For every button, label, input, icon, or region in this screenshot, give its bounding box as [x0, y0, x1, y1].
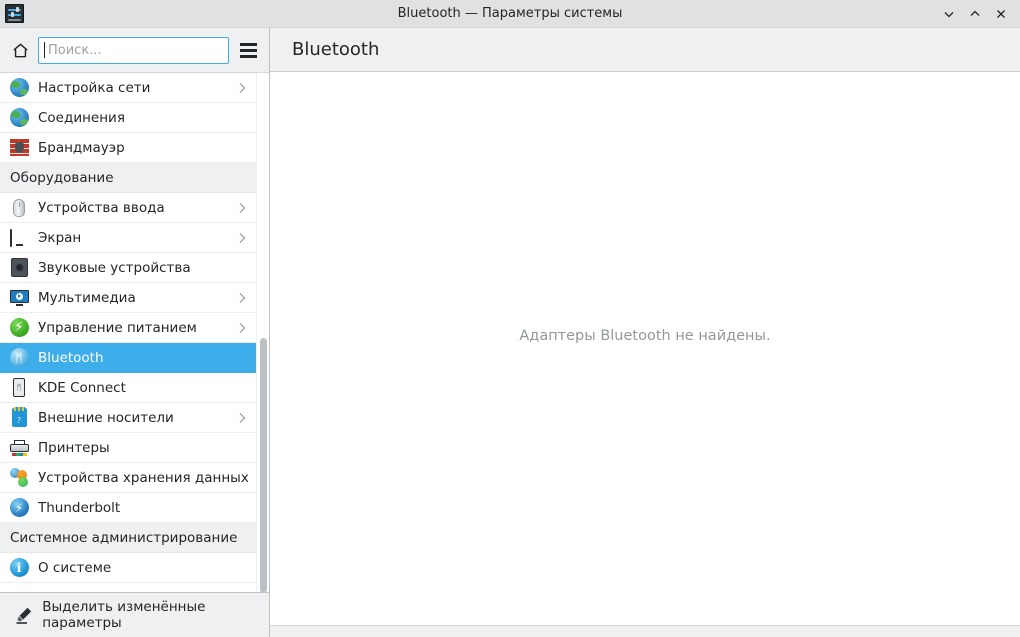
storage-icon — [8, 467, 30, 489]
sidebar-item-label: Устройства хранения данных — [38, 469, 248, 486]
highlight-changed-settings-label: Выделить изменённые параметры — [42, 599, 206, 631]
sidebar-item-label: Мультимедиа — [38, 289, 136, 306]
sidebar-scrollbar[interactable] — [256, 73, 269, 592]
maximize-button[interactable] — [962, 1, 988, 27]
highlight-changed-settings-button[interactable]: Выделить изменённые параметры — [0, 592, 269, 637]
sidebar-item-звуковые-устройства[interactable]: Звуковые устройства — [0, 253, 256, 283]
sidebar-item-label: Звуковые устройства — [38, 259, 191, 276]
sidebar-item-label: Настройка сети — [38, 79, 151, 96]
sidebar-item-соединения[interactable]: Соединения — [0, 103, 256, 133]
chevron-right-icon — [237, 321, 248, 335]
sidebar-section-header: Оборудование — [0, 163, 256, 193]
sidebar-item-принтеры[interactable]: Принтеры — [0, 433, 256, 463]
printer-icon — [8, 437, 30, 459]
hamburger-menu-icon[interactable] — [235, 37, 261, 63]
window-title: Bluetooth — Параметры системы — [397, 6, 623, 21]
text-caret — [44, 41, 45, 58]
bluetooth-icon: ᛗ — [8, 347, 30, 369]
home-icon[interactable] — [6, 36, 34, 64]
chevron-right-icon — [237, 81, 248, 95]
title-bar: Bluetooth — Параметры системы — [0, 0, 1020, 28]
close-button[interactable] — [988, 1, 1014, 27]
info-icon: i — [8, 557, 30, 579]
minimize-button[interactable] — [936, 1, 962, 27]
mouse-icon — [8, 197, 30, 219]
sidebar-toolbar — [0, 28, 269, 72]
sidebar-section-header: Системное администрирование — [0, 523, 256, 553]
empty-state-message: Адаптеры Bluetooth не найдены. — [519, 327, 771, 344]
sidebar-item-внешние-носители[interactable]: Внешние носители — [0, 403, 256, 433]
sidebar-item-label: Брандмауэр — [38, 139, 125, 156]
sidebar-item-kde-connect[interactable]: ᛗ KDE Connect — [0, 373, 256, 403]
sidebar-item-брандмауэр[interactable]: Брандмауэр — [0, 133, 256, 163]
sidebar-item-настройка-сети[interactable]: Настройка сети — [0, 73, 256, 103]
window-body: Настройка сети Соединения Брандмауэр Оборуд… — [0, 28, 1020, 637]
sidebar-list: Настройка сети Соединения Брандмауэр Оборуд… — [0, 73, 256, 592]
sidebar-item-управление-питанием[interactable]: ⚡ Управление питанием — [0, 313, 256, 343]
sidebar-item-label: Соединения — [38, 109, 125, 126]
sidebar-panel: Настройка сети Соединения Брандмауэр Оборуд… — [0, 28, 270, 637]
sidebar-item-label: Экран — [38, 229, 82, 246]
phone-icon: ᛗ — [8, 377, 30, 399]
sidebar-item-label: Bluetooth — [38, 349, 104, 366]
globe-icon — [8, 107, 30, 129]
sidebar-item-label: Внешние носители — [38, 409, 174, 426]
sidebar-item-thunderbolt[interactable]: ⚡ Thunderbolt — [0, 493, 256, 523]
power-icon: ⚡ — [8, 317, 30, 339]
page-header: Bluetooth — [270, 28, 1020, 72]
sidebar-item-устройства-хранения-данных[interactable]: Устройства хранения данных — [0, 463, 256, 493]
sidebar-scroll-area: Настройка сети Соединения Брандмауэр Оборуд… — [0, 72, 269, 592]
search-input[interactable] — [38, 36, 229, 64]
sidebar-item-экран[interactable]: Экран — [0, 223, 256, 253]
sidebar-scrollbar-thumb[interactable] — [260, 338, 267, 592]
sidebar-item-label: Управление питанием — [38, 319, 197, 336]
chevron-right-icon — [237, 411, 248, 425]
sidebar-item-устройства-ввода[interactable]: Устройства ввода — [0, 193, 256, 223]
chevron-right-icon — [237, 231, 248, 245]
sidebar-item-bluetooth[interactable]: ᛗ Bluetooth — [0, 343, 256, 373]
search-field-wrapper — [38, 36, 229, 64]
system-settings-icon — [5, 4, 24, 23]
sidebar-item-мультимедиа[interactable]: Мультимедиа — [0, 283, 256, 313]
speaker-icon — [8, 257, 30, 279]
sidebar-item-label: Принтеры — [38, 439, 110, 456]
sidebar-item-label: О системе — [38, 559, 112, 576]
highlighter-pen-icon — [14, 604, 34, 626]
sidebar-item-label: Устройства ввода — [38, 199, 165, 216]
sidebar-item-о-системе[interactable]: i О системе — [0, 553, 256, 583]
thunderbolt-icon: ⚡ — [8, 497, 30, 519]
firewall-brick-icon — [8, 137, 30, 159]
multimedia-icon — [8, 287, 30, 309]
sidebar-item-label: Thunderbolt — [38, 499, 121, 516]
sidebar-item-label: KDE Connect — [38, 379, 126, 396]
system-settings-window: Bluetooth — Параметры системы Поиск... Н… — [0, 0, 1020, 637]
page-title: Bluetooth — [292, 39, 380, 60]
window-controls — [936, 0, 1020, 28]
content-panel: Bluetooth Адаптеры Bluetooth не найдены. — [270, 28, 1020, 637]
usb-drive-icon — [8, 407, 30, 429]
page-content: Адаптеры Bluetooth не найдены. — [270, 72, 1020, 637]
bottom-strip — [270, 625, 1020, 637]
chevron-right-icon — [237, 201, 248, 215]
monitor-icon — [8, 227, 30, 249]
chevron-right-icon — [237, 291, 248, 305]
globe-icon — [8, 77, 30, 99]
